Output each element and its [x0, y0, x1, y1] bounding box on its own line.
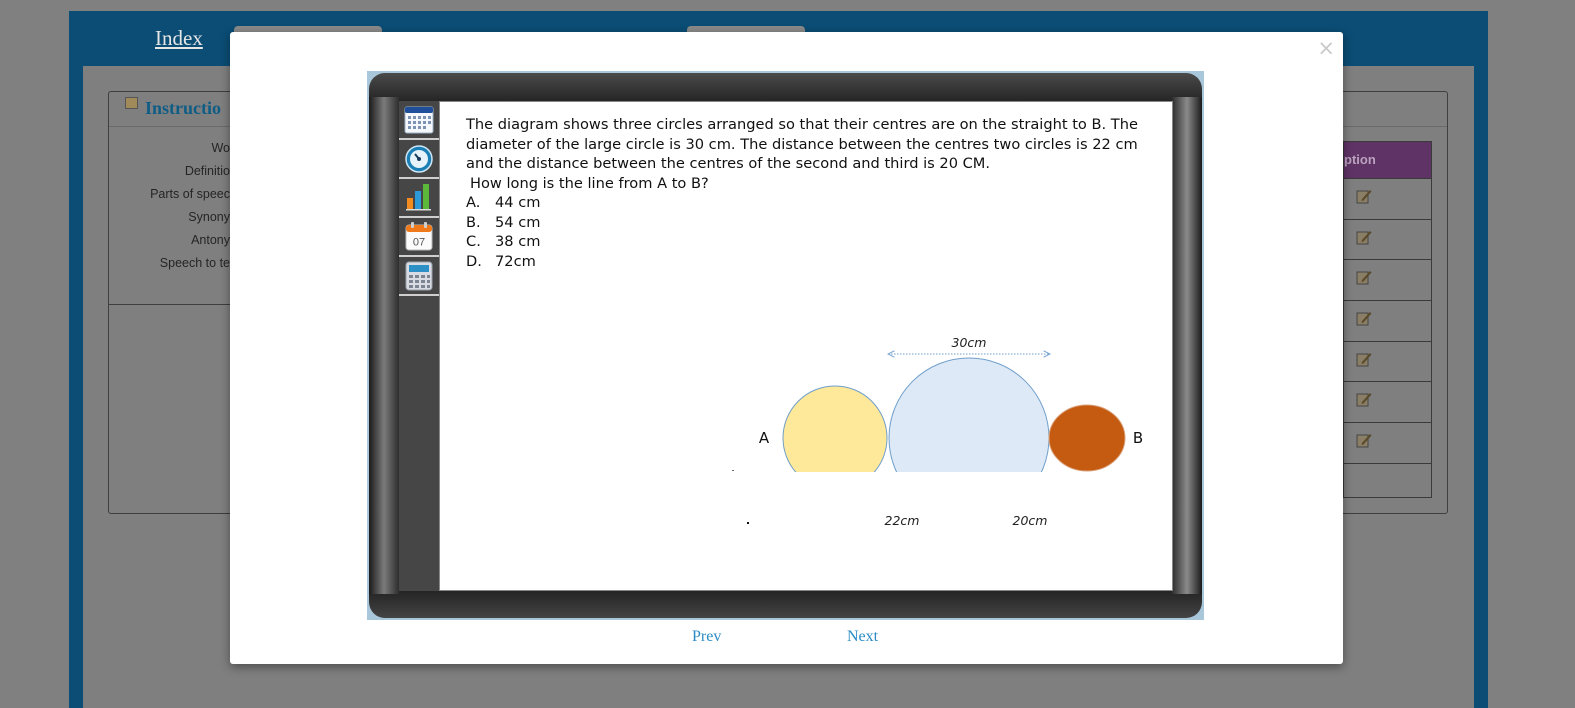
- table-row: [1344, 462, 1431, 504]
- list-item: Wo: [211, 141, 230, 155]
- calculator-icon[interactable]: [404, 261, 434, 291]
- table-row: [1344, 340, 1431, 382]
- table-row: [1344, 300, 1431, 341]
- list-item: Speech to te: [159, 256, 230, 270]
- answer-option-a[interactable]: A. 44 cm: [466, 193, 1146, 213]
- point-a-label: A: [759, 429, 770, 447]
- instructions-title: Instructio: [145, 98, 221, 118]
- option-letter: B.: [466, 213, 481, 231]
- table-row: [1344, 381, 1431, 422]
- question-modal: × 07 The diagram shows three circles arr…: [230, 32, 1343, 664]
- option-value: 72cm: [495, 252, 536, 270]
- table-row: [1344, 218, 1431, 260]
- prev-button[interactable]: Prev: [692, 628, 721, 646]
- option-value: 54 cm: [495, 213, 541, 231]
- option-letter: C.: [466, 233, 481, 250]
- left-measure-label: 22cm: [885, 513, 920, 528]
- edit-icon[interactable]: [1356, 188, 1372, 204]
- bottom-measure-labels: 22cm 20cm: [885, 513, 1048, 528]
- stray-dot: [732, 470, 734, 471]
- next-button[interactable]: Next: [847, 628, 878, 646]
- top-measure-label: 30cm: [952, 335, 987, 350]
- option-table: ption: [1343, 141, 1432, 498]
- list-item: Parts of speec: [150, 187, 230, 201]
- right-circle-b: [1048, 404, 1126, 472]
- edit-icon[interactable]: [1356, 229, 1372, 245]
- gauge-icon[interactable]: [404, 144, 434, 174]
- edit-icon[interactable]: [1356, 351, 1372, 367]
- sidebar-divider: [399, 138, 439, 140]
- frame-left: [369, 97, 399, 594]
- index-link[interactable]: Index: [155, 26, 203, 51]
- list-item: Definitio: [184, 164, 230, 178]
- edit-icon[interactable]: [1356, 310, 1372, 326]
- date-07-icon[interactable]: 07: [404, 221, 434, 251]
- bar-chart-icon[interactable]: [404, 181, 434, 211]
- question-block: The diagram shows three circles arranged…: [466, 115, 1146, 271]
- sidebar-divider: [399, 216, 439, 218]
- question-text: The diagram shows three circles arranged…: [466, 116, 1138, 172]
- whiteboard-frame: 07 The diagram shows three circles arran…: [369, 73, 1202, 618]
- instructions-icon: [125, 97, 138, 109]
- calendar-grid-icon[interactable]: [404, 105, 434, 135]
- point-b-label: B: [1133, 429, 1143, 447]
- edit-icon[interactable]: [1356, 391, 1372, 407]
- right-measure-label: 20cm: [1013, 513, 1048, 528]
- sidebar-divider: [399, 294, 439, 296]
- table-row: [1344, 178, 1431, 219]
- list-item: Synony: [188, 210, 230, 224]
- table-row: [1344, 259, 1431, 300]
- answer-option-c[interactable]: C. 38 cm: [466, 232, 1146, 252]
- table-row: [1344, 422, 1431, 463]
- whiteboard: 07 The diagram shows three circles arran…: [367, 71, 1204, 620]
- large-circle: [888, 357, 1050, 472]
- option-value: 44 cm: [495, 194, 541, 211]
- answer-option-b[interactable]: B. 54 cm: [466, 213, 1146, 233]
- question-ask: How long is the line from A to B?: [470, 174, 709, 192]
- circles-diagram: 30cm A B: [759, 335, 1143, 472]
- frame-right: [1172, 97, 1202, 594]
- option-value: 38 cm: [495, 233, 541, 250]
- option-letter: D.: [466, 252, 482, 270]
- sidebar-divider: [399, 255, 439, 257]
- stray-dot: [747, 522, 749, 524]
- edit-icon[interactable]: [1356, 432, 1372, 448]
- edit-icon[interactable]: [1356, 269, 1372, 285]
- close-icon[interactable]: ×: [1317, 36, 1335, 60]
- whiteboard-screen: The diagram shows three circles arranged…: [439, 101, 1173, 591]
- sidebar-divider: [399, 177, 439, 179]
- instructions-list: Wo Definitio Parts of speec Synony Anton…: [140, 140, 230, 278]
- option-letter: A.: [466, 194, 481, 211]
- list-item: Antony: [191, 233, 230, 247]
- date-07-label: 07: [413, 237, 425, 249]
- small-circle-a: [782, 385, 888, 472]
- option-column-header: ption: [1344, 142, 1431, 178]
- tool-sidebar: 07: [399, 101, 439, 591]
